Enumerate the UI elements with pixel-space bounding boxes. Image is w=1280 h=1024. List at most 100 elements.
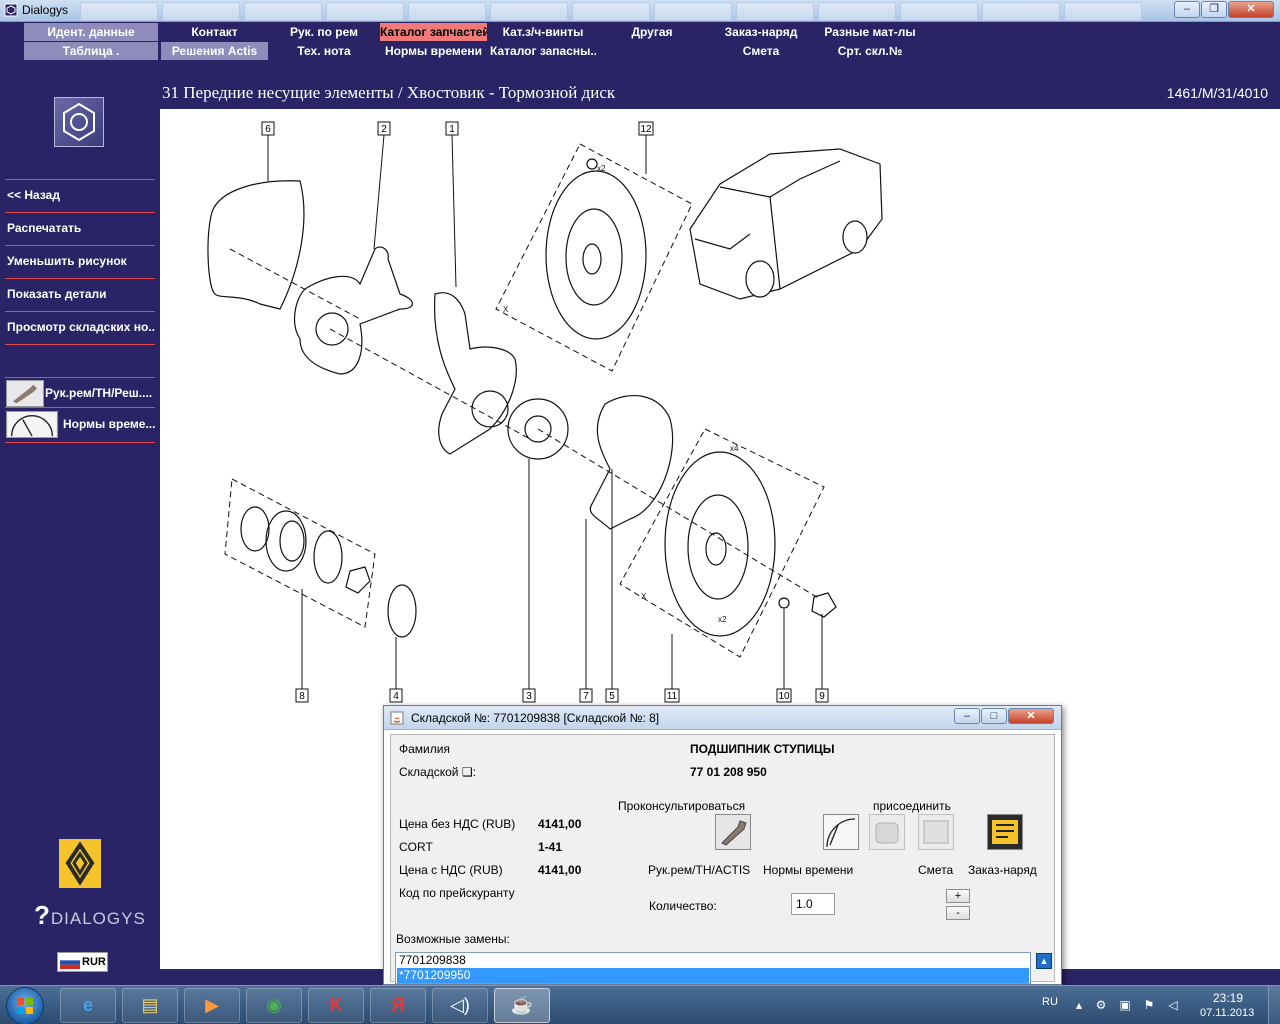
taskbar-chrome-icon[interactable]: ◉ bbox=[246, 988, 302, 1023]
menu-parts-catalog[interactable]: Каталог запчастей bbox=[380, 23, 487, 41]
taskbar-java-icon[interactable]: ☕ bbox=[494, 988, 550, 1023]
labor-times-button[interactable] bbox=[823, 814, 859, 850]
taskbar-kaspersky-icon[interactable]: K bbox=[308, 988, 364, 1023]
menu-actis-solutions[interactable]: Решения Actis bbox=[161, 42, 268, 60]
repair-manual-label: Рук.рем/ТН/ACTIS bbox=[648, 863, 751, 877]
quantity-input[interactable]: 1.0 bbox=[791, 893, 835, 915]
menu-stock-number[interactable]: Срт. скл.№ bbox=[817, 42, 923, 60]
menu-contact[interactable]: Контакт bbox=[161, 23, 268, 41]
brake-disc-part bbox=[664, 451, 776, 637]
stock-value: 77 01 208 950 bbox=[690, 765, 767, 779]
steering-knuckle-part bbox=[293, 246, 413, 375]
taskbar-internet-explorer-icon[interactable]: e bbox=[60, 988, 116, 1023]
tray-steam-icon[interactable]: ⚙ bbox=[1094, 998, 1108, 1012]
brake-disc-part bbox=[545, 170, 647, 340]
maximize-button[interactable]: ❐ bbox=[1201, 1, 1227, 18]
background-tab bbox=[572, 2, 650, 21]
list-item[interactable]: *7701209950 bbox=[397, 968, 1029, 983]
wrench-icon bbox=[721, 820, 747, 846]
work-order-label: Заказ-наряд bbox=[968, 863, 1037, 877]
tray-language[interactable]: RU bbox=[1042, 996, 1058, 1008]
renault-logo-icon bbox=[59, 839, 101, 888]
svg-text:3: 3 bbox=[526, 691, 532, 702]
sidebar-zoom-out[interactable]: Уменьшить рисунок bbox=[5, 245, 155, 278]
sidebar-show-details[interactable]: Показать детали bbox=[5, 278, 155, 311]
menu-table[interactable]: Таблица . bbox=[24, 42, 158, 60]
price-net-value: 4141,00 bbox=[538, 817, 582, 831]
part-details-dialog: Складской №: 7701209838 [Складской №: 8]… bbox=[383, 705, 1062, 985]
svg-text:8: 8 bbox=[299, 691, 305, 702]
menu-estimate[interactable]: Смета bbox=[708, 42, 814, 60]
quantity-increment-button[interactable]: + bbox=[946, 889, 970, 903]
currency-selector[interactable]: RUR bbox=[57, 952, 108, 972]
menu-bolts-catalog[interactable]: Кат.з/ч-винты bbox=[490, 23, 596, 41]
list-item[interactable]: 7701209838 bbox=[397, 953, 1029, 968]
callout-2: 2 bbox=[377, 121, 391, 136]
page-breadcrumb: 31 Передние несущие элементы / Хвостовик… bbox=[162, 83, 616, 102]
work-order-button[interactable] bbox=[987, 814, 1023, 850]
windows-taskbar: e ▤ ▶ ◉ K Я ◁) ☕ RU ▴ ⚙ ▣ ⚑ ◁ 23:19 07.1… bbox=[0, 985, 1280, 1024]
taskbar-media-player-icon[interactable]: ▶ bbox=[184, 988, 240, 1023]
menu-work-order[interactable]: Заказ-наряд bbox=[708, 23, 814, 41]
nut-logo-icon bbox=[54, 97, 104, 147]
background-tab bbox=[80, 2, 158, 21]
svg-text:9: 9 bbox=[819, 691, 825, 702]
tray-flag-icon[interactable]: ⚑ bbox=[1142, 998, 1156, 1012]
axis-mark: X bbox=[503, 305, 509, 314]
callout-7: 7 bbox=[579, 688, 593, 703]
tray-show-hidden-icon[interactable]: ▴ bbox=[1072, 998, 1086, 1012]
background-tab bbox=[244, 2, 322, 21]
dialog-body: Фамилия ПОДШИПНИК СТУПИЦЫ Складской ❏: 7… bbox=[390, 734, 1055, 984]
show-desktop-button[interactable] bbox=[1268, 986, 1280, 1024]
callout-3: 3 bbox=[522, 688, 536, 703]
taskbar-speaker-icon[interactable]: ◁) bbox=[432, 988, 488, 1023]
clock-date[interactable]: 07.11.2013 bbox=[1200, 1007, 1254, 1019]
sidebar-stock-view[interactable]: Просмотр складских но... bbox=[5, 311, 155, 345]
window-title: Dialogys bbox=[22, 3, 69, 17]
sidebar-back[interactable]: << Назад bbox=[5, 179, 155, 212]
dialog-close-button[interactable]: ✕ bbox=[1008, 708, 1054, 724]
dialogys-brand: DIALOGYS bbox=[50, 909, 146, 928]
repair-manual-button[interactable] bbox=[715, 814, 751, 850]
dialog-maximize-button[interactable]: □ bbox=[981, 708, 1007, 724]
sidebar-link-repair[interactable]: Рук.рем/ТН/Реш.... bbox=[5, 377, 155, 408]
menu-labor-times[interactable]: Нормы времени bbox=[380, 42, 487, 60]
quantity-decrement-button[interactable]: - bbox=[946, 906, 970, 920]
menu-tech-note[interactable]: Тех. нота bbox=[271, 42, 377, 60]
svg-text:10: 10 bbox=[778, 691, 790, 702]
russian-flag-icon bbox=[60, 956, 80, 969]
background-tab bbox=[408, 2, 486, 21]
dialog-minimize-button[interactable]: – bbox=[954, 708, 980, 724]
callout-6: 6 bbox=[261, 121, 275, 136]
taskbar-yandex-icon[interactable]: Я bbox=[370, 988, 426, 1023]
scroll-up-button[interactable]: ▲ bbox=[1036, 953, 1052, 969]
pricelist-label: Код по прейскуранту bbox=[399, 886, 515, 900]
steering-knuckle-part bbox=[433, 292, 517, 455]
callout-9: 9 bbox=[815, 688, 829, 703]
menu-spare-catalog[interactable]: Каталог запасны... bbox=[490, 42, 596, 60]
start-button[interactable] bbox=[6, 987, 44, 1024]
menu-misc-materials[interactable]: Разные мат-лы bbox=[817, 23, 923, 41]
sidebar-print[interactable]: Распечатать bbox=[5, 212, 155, 245]
work-order-icon bbox=[992, 820, 1018, 844]
close-button[interactable]: ✕ bbox=[1228, 1, 1274, 18]
stock-label: Складской ❏: bbox=[399, 765, 476, 779]
attach-button[interactable] bbox=[869, 814, 905, 850]
wrench-icon bbox=[6, 380, 44, 407]
disc-kit-frame bbox=[495, 143, 693, 372]
minimize-button[interactable]: – bbox=[1174, 1, 1200, 18]
menu-ident-data[interactable]: Идент. данные bbox=[24, 23, 158, 41]
substitutes-label: Возможные замены: bbox=[396, 932, 510, 946]
menu-repair-manual[interactable]: Рук. по рем bbox=[271, 23, 377, 41]
estimate-button[interactable] bbox=[918, 814, 954, 850]
background-tab bbox=[818, 2, 896, 21]
tray-volume-icon[interactable]: ◁ bbox=[1166, 998, 1180, 1012]
clock-time[interactable]: 23:19 bbox=[1213, 991, 1243, 1005]
menu-other[interactable]: Другая bbox=[599, 23, 705, 41]
sidebar-link-times[interactable]: Нормы време... bbox=[5, 409, 155, 443]
tray-network-icon[interactable]: ▣ bbox=[1118, 998, 1132, 1012]
machine-icon bbox=[875, 822, 899, 844]
dialog-titlebar: Складской №: 7701209838 [Складской №: 8]… bbox=[384, 706, 1061, 730]
background-tab bbox=[900, 2, 978, 21]
taskbar-explorer-icon[interactable]: ▤ bbox=[122, 988, 178, 1023]
